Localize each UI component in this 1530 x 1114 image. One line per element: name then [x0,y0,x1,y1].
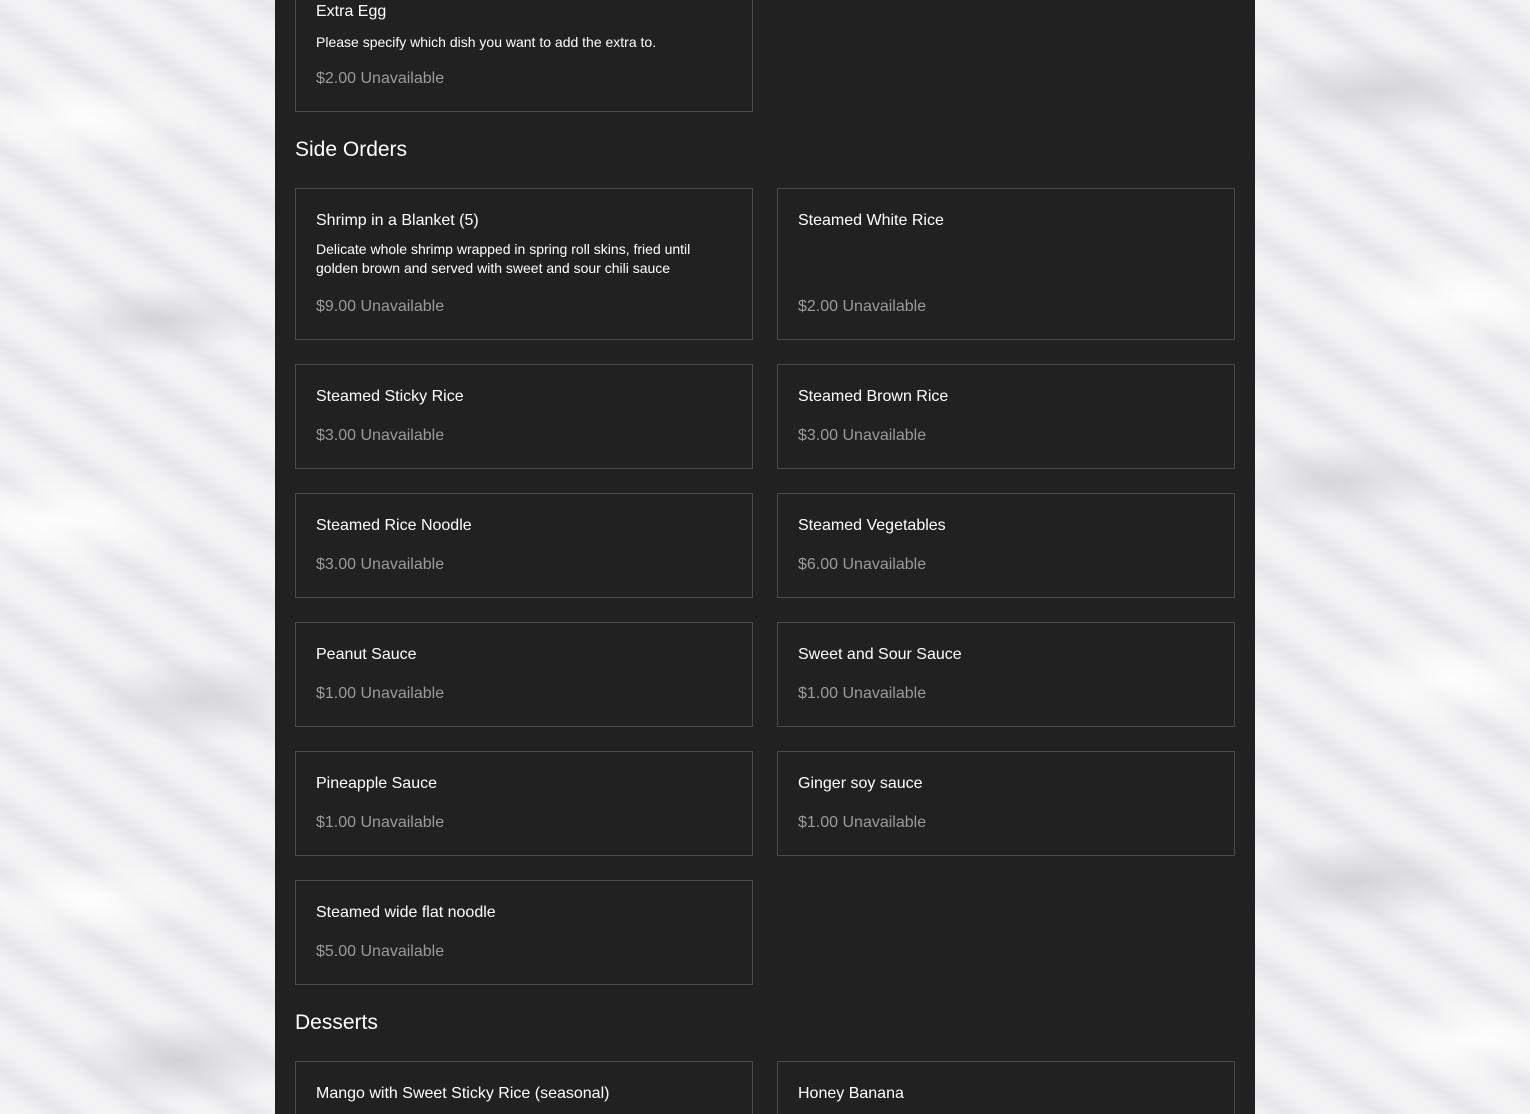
menu-item-card[interactable]: Shrimp in a Blanket (5) Delicate whole s… [295,188,753,340]
menu-item-card[interactable]: Steamed Sticky Rice $3.00 Unavailable [295,364,753,469]
menu-item-name: Pineapple Sauce [316,775,437,792]
menu-item-price-status: $3.00 Unavailable [316,556,445,573]
menu-item-card[interactable]: Sweet and Sour Sauce $1.00 Unavailable [777,622,1235,727]
menu-item-price-status: $1.00 Unavailable [316,685,445,702]
menu-item-card[interactable]: Steamed Rice Noodle $3.00 Unavailable [295,493,753,598]
menu-item-name: Shrimp in a Blanket (5) [316,212,479,229]
menu-item-name: Steamed Brown Rice [798,388,949,405]
menu-content-panel: Extra Egg Please specify which dish you … [275,0,1255,1114]
menu-item-card[interactable]: Mango with Sweet Sticky Rice (seasonal) [295,1061,753,1114]
menu-item-card[interactable]: Steamed Brown Rice $3.00 Unavailable [777,364,1235,469]
menu-item-card[interactable]: Peanut Sauce $1.00 Unavailable [295,622,753,727]
menu-item-price-status: $2.00 Unavailable [798,298,927,315]
menu-item-name: Steamed Rice Noodle [316,517,472,534]
menu-item-card[interactable]: Steamed White Rice $2.00 Unavailable [777,188,1235,340]
menu-item-price-status: $9.00 Unavailable [316,298,445,315]
section-heading-side-orders: Side Orders [295,138,408,161]
menu-item-price-status: $2.00 Unavailable [316,70,445,87]
menu-item-name: Steamed Sticky Rice [316,388,464,405]
menu-item-name: Mango with Sweet Sticky Rice (seasonal) [316,1085,610,1102]
menu-item-card-extra-egg[interactable]: Extra Egg Please specify which dish you … [295,0,753,112]
menu-item-price-status: $5.00 Unavailable [316,943,445,960]
menu-item-price-status: $3.00 Unavailable [798,427,927,444]
menu-item-description: Please specify which dish you want to ad… [316,34,657,50]
menu-item-price-status: $1.00 Unavailable [798,814,927,831]
menu-item-card[interactable]: Pineapple Sauce $1.00 Unavailable [295,751,753,856]
menu-item-price-status: $1.00 Unavailable [798,685,927,702]
menu-item-name: Ginger soy sauce [798,775,923,792]
menu-item-card[interactable]: Ginger soy sauce $1.00 Unavailable [777,751,1235,856]
menu-item-name: Extra Egg [316,3,387,20]
menu-item-name: Honey Banana [798,1085,904,1102]
menu-item-name: Steamed Vegetables [798,517,946,534]
menu-item-card[interactable]: Steamed Vegetables $6.00 Unavailable [777,493,1235,598]
menu-item-name: Peanut Sauce [316,646,417,663]
menu-item-card[interactable]: Honey Banana [777,1061,1235,1114]
menu-item-price-status: $6.00 Unavailable [798,556,927,573]
section-heading-desserts: Desserts [295,1011,378,1034]
menu-item-description: Delicate whole shrimp wrapped in spring … [316,241,691,276]
menu-item-card[interactable]: Steamed wide flat noodle $5.00 Unavailab… [295,880,753,985]
menu-item-name: Steamed White Rice [798,212,944,229]
menu-item-price-status: $3.00 Unavailable [316,427,445,444]
menu-item-name: Sweet and Sour Sauce [798,646,962,663]
menu-item-price-status: $1.00 Unavailable [316,814,445,831]
menu-item-name: Steamed wide flat noodle [316,904,496,921]
